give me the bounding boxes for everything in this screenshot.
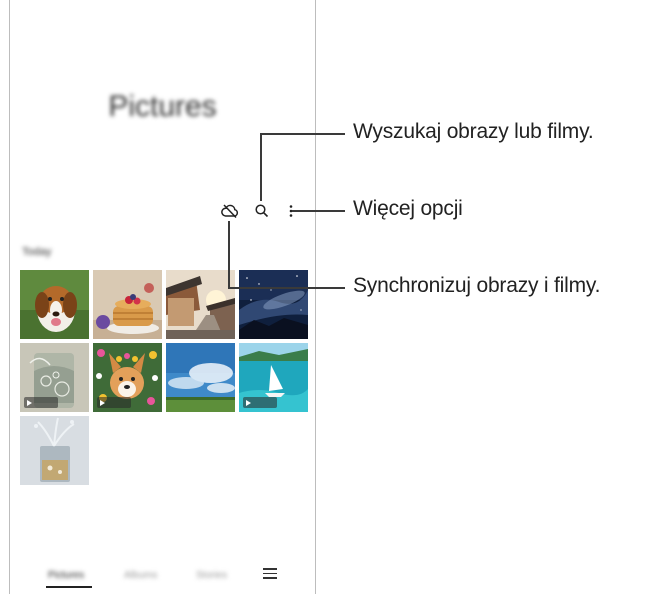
splash-glass-photo[interactable] <box>20 416 89 485</box>
search-callout-text: Wyszukaj obrazy lub filmy. <box>353 120 594 143</box>
sync-callout-line-vertical <box>228 221 230 289</box>
page-title: Pictures <box>108 90 217 123</box>
sync-callout-text: Synchronizuj obrazy i filmy. <box>353 274 601 297</box>
village-street-photo[interactable] <box>166 270 235 339</box>
sync-callout-line-horizontal <box>228 287 345 289</box>
section-label-today: Today <box>22 246 52 258</box>
hamburger-menu-icon[interactable] <box>263 568 277 582</box>
sky-field-photo[interactable] <box>166 343 235 412</box>
photo-grid <box>20 270 310 485</box>
cloud-sync-off-icon[interactable] <box>220 201 240 221</box>
tab-stories[interactable]: Stories <box>196 570 227 581</box>
water-glass-video[interactable] <box>20 343 89 412</box>
beagle-photo[interactable] <box>20 270 89 339</box>
tab-albums[interactable]: Albums <box>124 570 157 581</box>
phone-screen: Pictures Today Pictures Albums Stories <box>9 0 316 594</box>
starry-night-photo[interactable] <box>239 270 308 339</box>
tab-pictures[interactable]: Pictures <box>48 570 84 581</box>
search-icon[interactable] <box>252 201 272 221</box>
video-badge <box>97 397 131 408</box>
more-callout-line <box>292 210 345 212</box>
more-options-callout-text: Więcej opcji <box>353 197 463 220</box>
video-badge <box>243 397 277 408</box>
video-badge <box>24 397 58 408</box>
active-tab-indicator <box>46 586 92 588</box>
corgi-flowers-video[interactable] <box>93 343 162 412</box>
search-callout-line-vertical <box>260 133 262 201</box>
bottom-nav: Pictures Albums Stories <box>10 550 315 594</box>
sailboat-video[interactable] <box>239 343 308 412</box>
search-callout-line-horizontal <box>260 133 345 135</box>
pancakes-photo[interactable] <box>93 270 162 339</box>
